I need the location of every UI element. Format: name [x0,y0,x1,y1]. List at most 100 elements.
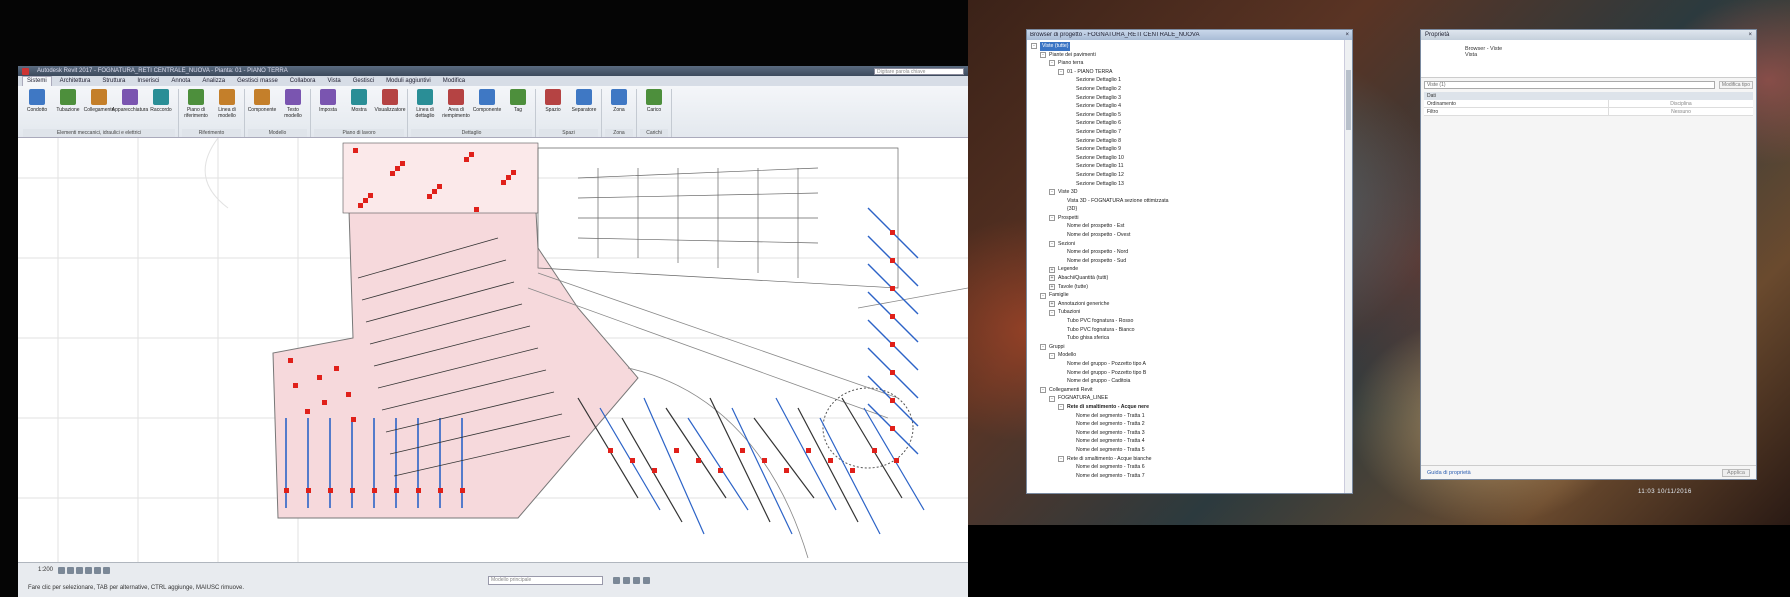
expand-icon[interactable]: + [1049,266,1055,273]
tree-node[interactable]: Nome del gruppo - Pozzetto tipo B [1031,369,1348,378]
manhole-marker[interactable] [394,488,399,493]
manhole-marker[interactable] [363,198,368,203]
manhole-marker[interactable] [890,230,895,235]
ribbon-button[interactable]: Zona [605,89,633,113]
manhole-marker[interactable] [890,286,895,291]
manhole-marker[interactable] [762,458,767,463]
tree-node[interactable]: Nome del segmento - Tratta 4 [1031,437,1348,446]
manhole-marker[interactable] [890,258,895,263]
hide-isolate-icon[interactable] [103,567,111,574]
collapse-icon[interactable]: - [1058,455,1064,462]
scrollbar-thumb[interactable] [1346,70,1351,130]
tree-node[interactable]: - Famiglie [1031,291,1348,300]
tree-node[interactable]: - Sezioni [1031,240,1348,249]
manhole-marker[interactable] [784,468,789,473]
view-scale[interactable]: 1:200 [38,567,53,574]
manhole-marker[interactable] [438,488,443,493]
manhole-marker[interactable] [469,152,474,157]
revit-logo-icon[interactable] [22,67,29,75]
tree-node[interactable]: + Legende [1031,265,1348,274]
project-browser-titlebar[interactable]: Browser di progetto - FOGNATURA_RETI CEN… [1027,30,1352,40]
ribbon-tab[interactable]: Annota [167,77,194,86]
tree-node[interactable]: Nome del prospetto - Sud [1031,257,1348,266]
ribbon-button[interactable]: Area di riempimento [442,89,470,119]
property-row[interactable]: Ordinamento Disciplina [1424,100,1753,108]
ribbon-button[interactable]: Tubazione [54,89,82,113]
tree-node[interactable]: Sezione Dettaglio 10 [1031,154,1348,163]
manhole-marker[interactable] [890,370,895,375]
tree-node[interactable]: - Collegamenti Revit [1031,386,1348,395]
tree-node[interactable]: - FOGNATURA_LINEE [1031,394,1348,403]
tree-node[interactable]: - Rete di smaltimento - Acque bianche [1031,455,1348,464]
collapse-icon[interactable]: - [1058,69,1064,76]
tree-node[interactable]: Vista 3D - FOGNATURA sezione ottimizzata [1031,197,1348,206]
ribbon-button[interactable]: Visualizzatore [374,89,406,113]
manhole-marker[interactable] [334,366,339,371]
detail-level-icon[interactable] [58,567,66,574]
ribbon-button[interactable]: Testo modello [279,89,307,119]
tree-node[interactable]: Sezione Dettaglio 5 [1031,111,1348,120]
manhole-marker[interactable] [474,207,479,212]
ribbon-tab[interactable]: Modifica [439,77,469,86]
tree-node[interactable]: Nome del segmento - Tratta 5 [1031,446,1348,455]
collapse-icon[interactable]: - [1049,309,1055,316]
manhole-marker[interactable] [894,458,899,463]
manhole-marker[interactable] [696,458,701,463]
collapse-icon[interactable]: - [1040,51,1046,58]
ribbon-button[interactable]: Tag [504,89,532,113]
ribbon-button[interactable]: Linea di modello [213,89,241,119]
ribbon-button[interactable]: Apparecchiatura [112,89,148,113]
scrollbar[interactable] [1344,40,1352,493]
tree-node[interactable]: Nome del gruppo - Pozzetto tipo A [1031,360,1348,369]
instance-filter-select[interactable]: Viste (1) [1424,81,1715,89]
manhole-marker[interactable] [390,171,395,176]
pipe-segment[interactable] [731,407,793,535]
property-group-header[interactable]: Dati [1424,92,1753,100]
tree-node[interactable]: Sezione Dettaglio 2 [1031,85,1348,94]
ribbon-tab[interactable]: Gestisci [349,77,378,86]
ribbon-button[interactable]: Componente [248,89,276,113]
manhole-marker[interactable] [890,426,895,431]
tree-node[interactable]: + Abachi/Quantità (tutti) [1031,274,1348,283]
pipe-segment[interactable] [819,417,881,535]
ribbon-button[interactable]: Separatore [570,89,598,113]
type-selector[interactable]: Browser - Viste Vista [1421,40,1756,78]
collapse-icon[interactable]: - [1040,292,1046,299]
tree-node[interactable]: Sezione Dettaglio 9 [1031,145,1348,154]
manhole-marker[interactable] [674,448,679,453]
expand-icon[interactable]: + [1049,275,1055,282]
manhole-marker[interactable] [293,383,298,388]
tree-node[interactable]: Nome del gruppo - Caditoia [1031,377,1348,386]
tree-node[interactable]: Sezione Dettaglio 4 [1031,102,1348,111]
manhole-marker[interactable] [437,184,442,189]
ribbon-button[interactable]: Condotto [23,89,51,113]
edit-type-button[interactable]: Modifica tipo [1718,81,1753,89]
manhole-marker[interactable] [890,398,895,403]
pipe-segment[interactable] [709,397,771,523]
manhole-marker[interactable] [890,342,895,347]
shadows-icon[interactable] [85,567,93,574]
manhole-marker[interactable] [630,458,635,463]
ribbon-tab[interactable]: Analizza [198,77,229,86]
manhole-marker[interactable] [506,175,511,180]
tree-node[interactable]: - Prospetti [1031,214,1348,223]
tree-node[interactable]: + Annotazioni generiche [1031,300,1348,309]
property-value[interactable]: Nessuno [1609,108,1753,115]
manhole-marker[interactable] [740,448,745,453]
manhole-marker[interactable] [432,189,437,194]
manhole-marker[interactable] [328,488,333,493]
tree-node[interactable]: - Tubazioni [1031,308,1348,317]
manhole-marker[interactable] [427,194,432,199]
drawing-canvas[interactable] [18,137,968,562]
manhole-marker[interactable] [608,448,613,453]
manhole-marker[interactable] [872,448,877,453]
expand-icon[interactable]: + [1049,301,1055,308]
tree-node[interactable]: Nome del segmento - Tratta 3 [1031,429,1348,438]
tree-node[interactable]: Tubo ghisa sferica [1031,334,1348,343]
manhole-marker[interactable] [368,193,373,198]
tree-node[interactable]: Sezione Dettaglio 1 [1031,76,1348,85]
tree-node[interactable]: - Rete di smaltimento - Acque nere [1031,403,1348,412]
manhole-marker[interactable] [460,488,465,493]
tree-node[interactable]: Sezione Dettaglio 13 [1031,180,1348,189]
tree-node[interactable]: - Modello [1031,351,1348,360]
